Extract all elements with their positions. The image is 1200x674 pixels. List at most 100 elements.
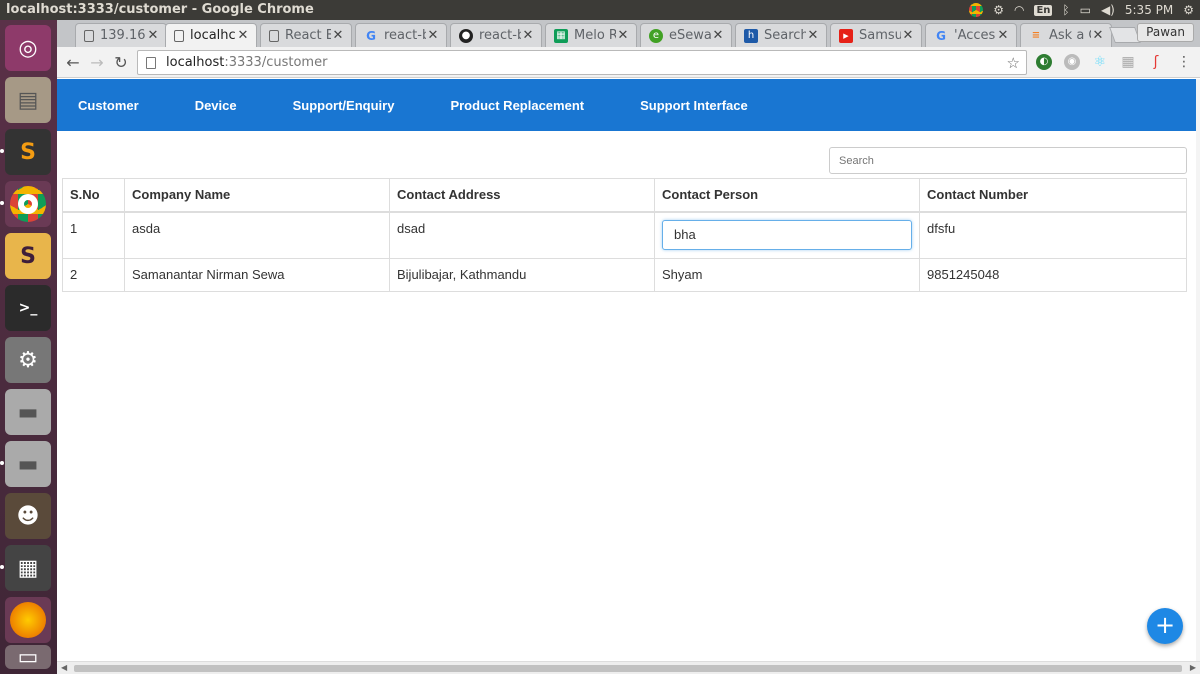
close-icon[interactable]: ✕: [1091, 28, 1105, 43]
gimp-icon[interactable]: ☻: [5, 493, 51, 539]
close-icon[interactable]: ✕: [711, 28, 725, 43]
page-icon: [269, 29, 279, 42]
settings-gear-icon[interactable]: ⚙: [993, 3, 1004, 17]
volume-icon[interactable]: ◀): [1101, 3, 1115, 17]
close-icon[interactable]: ✕: [426, 28, 440, 43]
nav-customer[interactable]: Customer: [78, 98, 139, 113]
search-site-icon: h: [744, 28, 758, 43]
battery-icon[interactable]: ▭: [1080, 3, 1091, 17]
cell-person[interactable]: Shyam: [654, 257, 920, 292]
nav-support-enquiry[interactable]: Support/Enquiry: [293, 98, 395, 113]
os-top-bar: localhost:3333/customer - Google Chrome …: [0, 0, 1200, 20]
chrome-icon[interactable]: [969, 3, 984, 17]
vertical-scrollbar[interactable]: [1196, 79, 1200, 661]
new-tab-button[interactable]: [1109, 27, 1141, 43]
cell-number[interactable]: dfsfu: [919, 211, 1187, 259]
slack-icon[interactable]: S: [5, 233, 51, 279]
nav-device[interactable]: Device: [195, 98, 237, 113]
forward-arrow-icon[interactable]: →: [87, 53, 107, 73]
browser-tab[interactable]: G 'Acces ✕: [925, 23, 1017, 47]
extension-icon-green[interactable]: ◐: [1036, 54, 1052, 70]
disk-icon[interactable]: ▬: [5, 441, 51, 487]
browser-tab[interactable]: ▶ Samsu ✕: [830, 23, 922, 47]
close-icon[interactable]: ✕: [901, 28, 915, 43]
video-editor-icon[interactable]: ▦: [5, 545, 51, 591]
firefox-icon[interactable]: [5, 597, 51, 643]
address-bar[interactable]: localhost:3333/customer ☆: [137, 50, 1027, 75]
clock[interactable]: 5:35 PM: [1125, 3, 1173, 17]
react-devtools-icon[interactable]: ⚛: [1092, 54, 1108, 70]
search-input[interactable]: [829, 147, 1187, 174]
page-icon: [84, 29, 94, 42]
power-gear-icon[interactable]: ⚙: [1183, 3, 1194, 17]
page-info-icon[interactable]: [146, 56, 156, 69]
close-icon[interactable]: ✕: [616, 28, 630, 43]
profile-button[interactable]: Pawan: [1137, 23, 1194, 42]
running-indicator: [0, 201, 4, 205]
horizontal-scrollbar[interactable]: ◀ ▶: [57, 661, 1200, 674]
column-header-person[interactable]: Contact Person: [654, 178, 920, 213]
window-title: localhost:3333/customer - Google Chrome: [6, 2, 314, 17]
close-icon[interactable]: ✕: [146, 28, 160, 43]
column-header-company[interactable]: Company Name: [124, 178, 390, 213]
extension-icon-globe[interactable]: ◉: [1064, 54, 1080, 70]
browser-tab[interactable]: ● react-b ✕: [450, 23, 542, 47]
browser-toolbar: ← → ↻ localhost:3333/customer ☆ ◐ ◉ ⚛ ▦ …: [57, 47, 1200, 78]
cell-number[interactable]: 9851245048: [919, 257, 1187, 292]
close-icon[interactable]: ✕: [331, 28, 345, 43]
ubuntu-launcher: ◎ ▤ S S >_ ⚙ ▬ ▬ ☻ ▦ ▭: [0, 20, 57, 674]
system-settings-icon[interactable]: ⚙: [5, 337, 51, 383]
back-arrow-icon[interactable]: ←: [63, 53, 83, 73]
scroll-left-arrow-icon[interactable]: ◀: [61, 663, 67, 672]
cell-person-editing[interactable]: [654, 211, 920, 259]
browser-tab[interactable]: ≡Ask a C✕: [1020, 23, 1112, 47]
reload-icon[interactable]: ↻: [111, 53, 131, 73]
close-icon[interactable]: ✕: [236, 28, 250, 43]
table-header-row: S.No Company Name Contact Address Contac…: [62, 178, 1187, 213]
close-icon[interactable]: ✕: [996, 28, 1010, 43]
keyboard-layout-indicator[interactable]: En: [1034, 4, 1053, 16]
browser-tab-active[interactable]: localhc ✕: [165, 23, 257, 47]
running-indicator: [0, 565, 4, 569]
chrome-icon[interactable]: [5, 181, 51, 227]
nav-product-replacement[interactable]: Product Replacement: [450, 98, 584, 113]
cell-edit-input[interactable]: [662, 219, 912, 250]
browser-tab[interactable]: e eSewa ✕: [640, 23, 732, 47]
table-row: 2 Samanantar Nirman Sewa Bijulibajar, Ka…: [62, 257, 1187, 292]
bookmark-star-icon[interactable]: ☆: [1007, 54, 1020, 72]
ubuntu-dash-icon[interactable]: ◎: [5, 25, 51, 71]
app-navbar: Customer Device Support/Enquiry Product …: [57, 79, 1196, 131]
sublime-text-icon[interactable]: S: [5, 129, 51, 175]
close-icon[interactable]: ✕: [806, 28, 820, 43]
browser-tab[interactable]: ▦ Melo R ✕: [545, 23, 637, 47]
cell-address[interactable]: Bijulibajar, Kathmandu: [389, 257, 655, 292]
cell-company[interactable]: asda: [124, 211, 390, 259]
esewa-icon: e: [649, 28, 663, 43]
browser-tab[interactable]: Greact-b ✕: [355, 23, 447, 47]
customer-table: S.No Company Name Contact Address Contac…: [62, 178, 1187, 292]
cell-address[interactable]: dsad: [389, 211, 655, 259]
cell-company[interactable]: Samanantar Nirman Sewa: [124, 257, 390, 292]
column-header-number[interactable]: Contact Number: [919, 178, 1187, 213]
bluetooth-icon[interactable]: ᛒ: [1062, 3, 1069, 17]
sheets-icon: ▦: [554, 28, 568, 43]
scrollbar-thumb[interactable]: [74, 665, 1182, 672]
disk-icon[interactable]: ▬: [5, 389, 51, 435]
column-header-sno[interactable]: S.No: [62, 178, 125, 213]
cell-sno: 1: [62, 211, 125, 259]
extension-icon-colorful[interactable]: ʃ: [1148, 54, 1164, 70]
close-icon[interactable]: ✕: [521, 28, 535, 43]
browser-tab[interactable]: h Search ✕: [735, 23, 827, 47]
column-header-address[interactable]: Contact Address: [389, 178, 655, 213]
trash-icon[interactable]: ▭: [5, 645, 51, 670]
nav-support-interface[interactable]: Support Interface: [640, 98, 748, 113]
terminal-icon[interactable]: >_: [5, 285, 51, 331]
browser-tab[interactable]: 139.16 ✕: [75, 23, 167, 47]
files-icon[interactable]: ▤: [5, 77, 51, 123]
menu-dots-icon[interactable]: ⋮: [1176, 54, 1192, 70]
wifi-icon[interactable]: ◠: [1014, 3, 1024, 17]
scroll-right-arrow-icon[interactable]: ▶: [1190, 663, 1196, 672]
extension-icon-grid[interactable]: ▦: [1120, 54, 1136, 70]
browser-tab[interactable]: React E ✕: [260, 23, 352, 47]
add-customer-button[interactable]: +: [1147, 608, 1183, 644]
